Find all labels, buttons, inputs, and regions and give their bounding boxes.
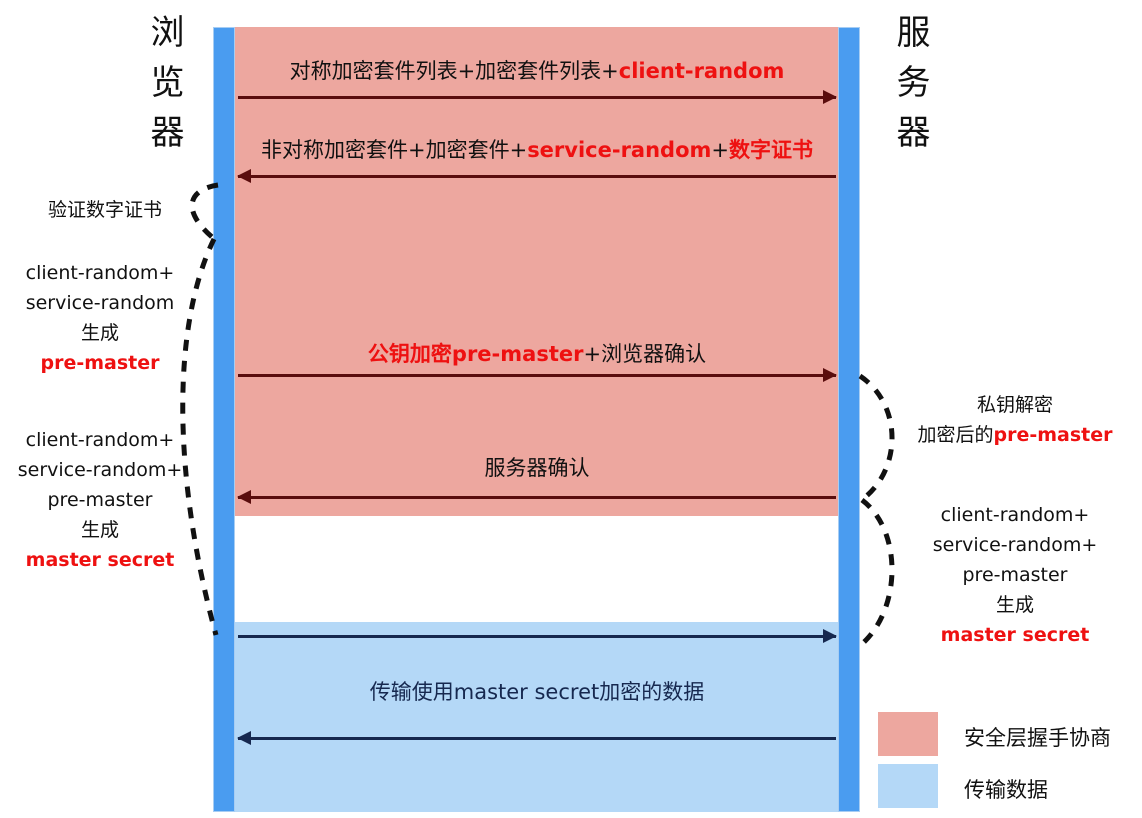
note-private-key-decrypt: 私钥解密 加密后的pre-master	[890, 390, 1140, 450]
arrow-head-right-icon	[823, 629, 837, 643]
note-line: 生成	[995, 594, 1034, 616]
data-transfer-band	[235, 622, 839, 812]
server-actor-label: 服 务 器	[884, 8, 944, 158]
arrow-head-left-icon	[237, 169, 251, 183]
arrow-client-hello	[238, 90, 837, 104]
arrow-shaft	[238, 374, 836, 377]
message-text-plain-2: +浏览器确认	[583, 342, 707, 366]
note-line-highlight: master secret	[25, 549, 175, 571]
note-line: 生成	[80, 322, 119, 344]
arrow-shaft	[238, 496, 836, 499]
message-text-highlight: client-random	[618, 59, 785, 83]
message-text-plain: 非对称加密套件+加密套件+	[260, 138, 528, 162]
message-text-plain-2: +	[711, 138, 730, 162]
arrow-shaft	[238, 635, 836, 638]
brace-lobe-lower	[860, 498, 895, 646]
arrow-client-key-exchange	[238, 368, 837, 382]
arrow-server-finished	[237, 490, 836, 504]
arrow-head-left-icon	[237, 731, 251, 745]
arrow-app-data-up	[238, 629, 837, 643]
note-line-highlight: pre-master	[40, 352, 160, 374]
note-generate-pre-master: client-random+ service-random 生成 pre-mas…	[0, 258, 200, 378]
note-line: pre-master	[962, 564, 1068, 586]
note-line: service-random+	[932, 534, 1098, 556]
server-actor-char-2: 务	[896, 63, 932, 103]
note-line-mixed: 加密后的pre-master	[890, 420, 1140, 450]
arrow-head-left-icon	[237, 490, 251, 504]
message-label-server-hello: 非对称加密套件+加密套件+service-random+数字证书	[235, 134, 839, 164]
note-generate-master-secret-right: client-random+ service-random+ pre-maste…	[890, 500, 1140, 650]
message-label-server-finished: 服务器确认	[235, 452, 839, 482]
legend-label-data: 传输数据	[964, 778, 1048, 802]
note-text-plain: 加密后的	[917, 424, 994, 446]
message-text-highlight-2: 数字证书	[729, 138, 814, 162]
message-text-plain: 传输使用master secret加密的数据	[369, 680, 705, 704]
note-line: client-random+	[940, 504, 1090, 526]
note-line: client-random+	[25, 262, 175, 284]
legend-swatch-handshake	[878, 712, 938, 756]
server-lifeline	[838, 27, 860, 812]
legend-swatch-data	[878, 764, 938, 808]
brace-lobe-upper	[858, 373, 895, 500]
browser-actor-char-1: 浏	[150, 13, 186, 53]
note-generate-master-secret-left: client-random+ service-random+ pre-maste…	[0, 425, 200, 575]
note-verify-certificate: 验证数字证书	[10, 195, 200, 225]
message-text-plain: 服务器确认	[484, 456, 590, 480]
arrow-app-data-down	[237, 731, 836, 745]
diagram-canvas: 浏 览 器 服 务 器 对称加密套件列表+加密套件列表+client-rando…	[0, 0, 1142, 818]
browser-actor-char-2: 览	[150, 63, 186, 103]
note-line: client-random+	[25, 429, 175, 451]
message-text-plain: 对称加密套件列表+加密套件列表+	[289, 59, 619, 83]
message-label-client-key-exchange: 公钥加密pre-master+浏览器确认	[235, 338, 839, 368]
server-actor-char-1: 服	[896, 13, 932, 53]
browser-actor-char-3: 器	[150, 113, 186, 153]
arrow-server-hello	[237, 169, 836, 183]
note-line: service-random+	[17, 459, 183, 481]
note-line: 私钥解密	[976, 394, 1053, 416]
note-line: service-random	[25, 292, 175, 314]
note-line: 验证数字证书	[47, 199, 162, 221]
note-line: 生成	[80, 519, 119, 541]
message-label-client-hello: 对称加密套件列表+加密套件列表+client-random	[235, 55, 839, 85]
note-line: pre-master	[47, 489, 153, 511]
message-label-app-data: 传输使用master secret加密的数据	[235, 676, 839, 706]
arrow-shaft	[238, 737, 836, 740]
arrow-shaft	[238, 96, 836, 99]
note-text-highlight: pre-master	[993, 424, 1113, 446]
message-text-highlight: 公钥加密pre-master	[367, 342, 584, 366]
arrow-head-right-icon	[823, 368, 837, 382]
legend-label-handshake: 安全层握手协商	[964, 726, 1111, 750]
message-text-highlight: service-random	[527, 138, 712, 162]
browser-actor-label: 浏 览 器	[138, 8, 198, 158]
browser-lifeline	[213, 27, 235, 812]
arrow-head-right-icon	[823, 90, 837, 104]
server-actor-char-3: 器	[896, 113, 932, 153]
arrow-shaft	[238, 175, 836, 178]
note-line-highlight: master secret	[940, 624, 1090, 646]
